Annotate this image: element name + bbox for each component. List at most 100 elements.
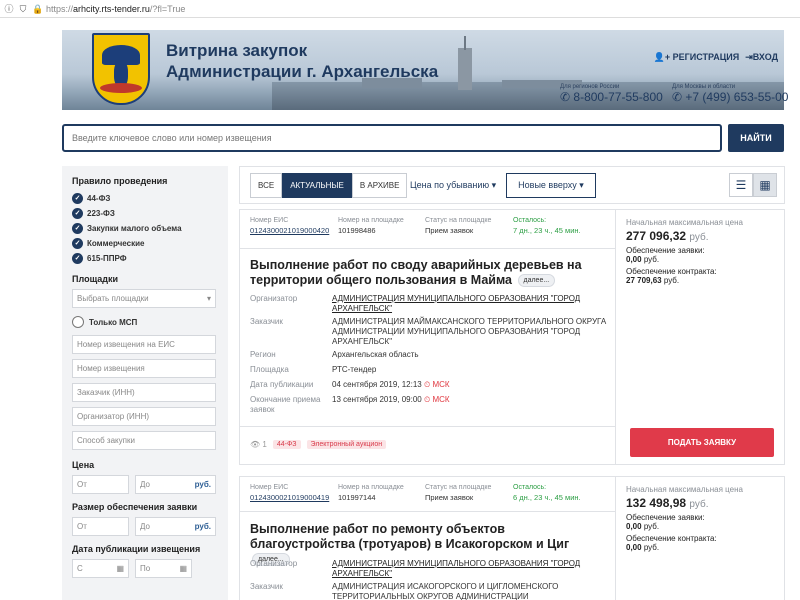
deposit-from-field[interactable]: От xyxy=(72,517,129,536)
notice-number-placeholder: Номер извещения xyxy=(77,364,145,373)
submit-application-button[interactable]: ПОДАТЬ ЗАЯВКУ xyxy=(630,428,774,457)
meta-value: 101997144 xyxy=(338,493,376,502)
rule-label: 615-ППРФ xyxy=(87,254,127,263)
calendar-icon[interactable]: ▦ xyxy=(179,564,187,573)
price-to-placeholder: До xyxy=(140,480,150,489)
clock-icon: ⏲ xyxy=(423,380,431,389)
meta-label: Осталось: xyxy=(513,217,547,224)
rule-label: Коммерческие xyxy=(87,239,145,248)
filter-all-button[interactable]: ВСЕ xyxy=(250,173,283,198)
phone-number[interactable]: ✆ +7 (499) 653-55-00 xyxy=(672,90,788,104)
filter-active-button[interactable]: АКТУАЛЬНЫЕ xyxy=(282,173,352,198)
calendar-icon[interactable]: ▦ xyxy=(116,564,124,573)
rule-checkbox[interactable]: ✓ 615-ППРФ xyxy=(72,251,218,266)
sort-new-dropdown[interactable]: Новые вверху ▾ xyxy=(506,173,596,198)
site-title-line1: Витрина закупок xyxy=(166,41,308,60)
bid-security-label: Обеспечение заявки: xyxy=(626,513,705,522)
meta-platform-no: Номер на площадке 101998486 xyxy=(338,217,404,235)
status-filter-group: ВСЕ АКТУАЛЬНЫЕ В АРХИВЕ xyxy=(250,173,408,198)
check-icon: ✓ xyxy=(72,223,83,234)
phone-number[interactable]: ✆ 8-800-77-55-800 xyxy=(560,90,663,104)
tender-price-panel: Начальная максимальная цена 277 096,32 р… xyxy=(616,210,786,464)
filter-archive-button[interactable]: В АРХИВЕ xyxy=(351,173,408,198)
eis-number-field[interactable]: Номер извещения на ЕИС xyxy=(72,335,216,354)
rule-checkbox[interactable]: ✓ 44-ФЗ xyxy=(72,191,218,206)
msp-only-radio[interactable]: Только МСП xyxy=(72,313,218,331)
contract-security-amount: 27 709,63 xyxy=(626,276,662,285)
eis-number-link[interactable]: 0124300021019000419 xyxy=(250,493,329,502)
rule-checkbox[interactable]: ✓ Коммерческие xyxy=(72,236,218,251)
login-link[interactable]: ⇥ВХОД xyxy=(745,52,778,63)
grid-view-icon[interactable]: ▦ xyxy=(753,173,777,197)
tender-price-panel: Начальная максимальная цена 132 498,98 р… xyxy=(616,477,786,600)
more-button[interactable]: далее... xyxy=(517,274,556,288)
search-input[interactable]: Введите ключевое слово или номер извещен… xyxy=(62,124,722,152)
register-link[interactable]: 👤+ РЕГИСТРАЦИЯ xyxy=(654,52,740,63)
row-label: Заказчик xyxy=(250,582,283,591)
tender-meta: Номер ЕИС 0124300021019000419 Номер на п… xyxy=(250,484,610,510)
procurement-method-placeholder: Способ закупки xyxy=(77,436,135,445)
row-label: Окончание приема заявок xyxy=(250,395,321,414)
row-label: Дата публикации xyxy=(250,380,314,389)
meta-status: Статус на площадке Прием заявок xyxy=(425,484,491,502)
organizer-link[interactable]: АДМИНИСТРАЦИЯ МУНИЦИПАЛЬНОГО ОБРАЗОВАНИЯ… xyxy=(332,559,610,579)
price-to-field[interactable]: До руб. xyxy=(135,475,216,494)
meta-value: Прием заявок xyxy=(425,226,474,235)
login-icon: ⇥ xyxy=(745,52,753,62)
start-price: 277 096,32 руб. xyxy=(626,229,776,243)
deposit-from-placeholder: От xyxy=(77,522,87,531)
views-count: 1 xyxy=(262,440,267,449)
browser-url-bar[interactable]: ⓘ ⛉ 🔒 https:// arhcity.rts-tender.ru /?f… xyxy=(0,0,800,18)
skyline-tower xyxy=(458,48,472,90)
meta-label: Номер ЕИС xyxy=(250,484,289,491)
sort-price-dropdown[interactable]: Цена по убыванию ▾ xyxy=(410,180,496,191)
info-icon[interactable]: ⓘ xyxy=(4,4,14,14)
eye-icon: 👁 xyxy=(250,440,261,449)
platforms-select[interactable]: Выбрать площадки ▾ xyxy=(72,289,216,308)
start-price-value: 277 096,32 xyxy=(626,229,687,243)
site-title[interactable]: Витрина закупок Администрации г. Арханге… xyxy=(166,40,438,82)
skyline-spire xyxy=(464,36,466,50)
url-scheme: https:// xyxy=(46,3,74,14)
url-path: /?fl=True xyxy=(149,3,186,14)
contract-security-label: Обеспечение контракта: xyxy=(626,534,717,543)
date-from-field[interactable]: С ▦ xyxy=(72,559,129,578)
filter-sidebar: Правило проведения ✓ 44-ФЗ ✓ 223-ФЗ ✓ Закуп… xyxy=(62,166,228,600)
organizer-link[interactable]: АДМИНИСТРАЦИЯ МУНИЦИПАЛЬНОГО ОБРАЗОВАНИЯ… xyxy=(332,294,610,314)
tender-title-text[interactable]: Выполнение работ по ремонту объектов бла… xyxy=(250,522,569,551)
phone-icon: ✆ xyxy=(672,90,683,104)
price-heading: Цена xyxy=(72,460,95,470)
check-icon: ✓ xyxy=(72,253,83,264)
notice-number-field[interactable]: Номер извещения xyxy=(72,359,216,378)
row-label: Организатор xyxy=(250,294,298,303)
deposit-to-field[interactable]: До руб. xyxy=(135,517,216,536)
tender-card: Номер ЕИС 0124300021019000420 Номер на п… xyxy=(239,209,785,465)
rule-label: 223-ФЗ xyxy=(87,209,115,218)
divider xyxy=(240,426,616,427)
check-icon: ✓ xyxy=(72,238,83,249)
list-view-icon[interactable]: ☰ xyxy=(729,173,753,197)
deposit-to-placeholder: До xyxy=(140,522,150,531)
customer-inn-field[interactable]: Заказчик (ИНН) xyxy=(72,383,216,402)
organizer-inn-field[interactable]: Организатор (ИНН) xyxy=(72,407,216,426)
rule-checkbox[interactable]: ✓ Закупки малого объема xyxy=(72,221,218,236)
chevron-down-icon: ▾ xyxy=(206,294,211,303)
phone-number-text: +7 (499) 653-55-00 xyxy=(685,90,789,104)
tender-main: Номер ЕИС 0124300021019000419 Номер на п… xyxy=(240,477,616,600)
rules-heading: Правило проведения xyxy=(72,176,168,186)
shield-icon[interactable]: ⛉ xyxy=(18,4,28,14)
date-to-field[interactable]: По ▦ xyxy=(135,559,192,578)
row-label: Организатор xyxy=(250,559,298,568)
eis-number-link[interactable]: 0124300021019000420 xyxy=(250,226,329,235)
currency-label: руб. xyxy=(643,255,660,264)
rule-checkbox[interactable]: ✓ 223-ФЗ xyxy=(72,206,218,221)
tender-title[interactable]: Выполнение работ по своду аварийных дере… xyxy=(250,258,610,288)
city-crest-logo[interactable] xyxy=(92,33,150,105)
bid-security-value: 0,00 руб. xyxy=(626,522,776,531)
price-from-field[interactable]: От xyxy=(72,475,129,494)
search-button[interactable]: НАЙТИ xyxy=(728,124,784,152)
msp-label: Только МСП xyxy=(89,317,138,327)
check-icon: ✓ xyxy=(72,193,83,204)
phone-moscow: Для Москвы и области ✆ +7 (499) 653-55-0… xyxy=(672,84,788,104)
procurement-method-field[interactable]: Способ закупки xyxy=(72,431,216,450)
